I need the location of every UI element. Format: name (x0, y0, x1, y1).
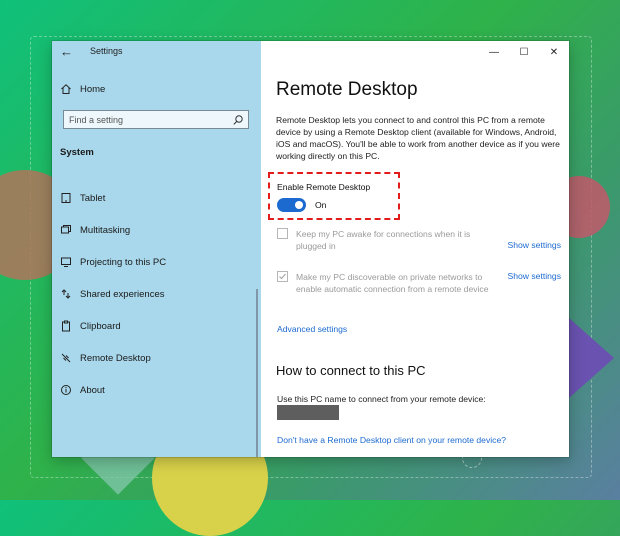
back-arrow-icon[interactable]: ← (60, 44, 73, 59)
sidebar-item-label: Projecting to this PC (80, 256, 167, 268)
sidebar-item-label: Home (80, 83, 106, 95)
keep-awake-label: Keep my PC awake for connections when it… (296, 229, 471, 251)
clipboard-icon (60, 320, 72, 332)
checkmark-icon (279, 273, 286, 280)
toggle-knob (295, 201, 303, 209)
advanced-settings-link[interactable]: Advanced settings (277, 324, 347, 334)
section-title: System (60, 147, 94, 158)
highlight-annotation (268, 172, 400, 220)
discoverable-row: Make my PC discoverable on private netwo… (277, 271, 565, 309)
enable-remote-desktop-label: Enable Remote Desktop (277, 182, 371, 192)
tablet-icon (60, 192, 72, 204)
toggle-state-label: On (315, 200, 327, 210)
search-icon[interactable] (232, 113, 244, 125)
sidebar: ← Settings Home System Tablet (52, 41, 261, 457)
minimize-button[interactable]: — (479, 41, 509, 63)
maximize-button[interactable]: ☐ (509, 41, 539, 63)
settings-window: ← Settings Home System Tablet (52, 41, 569, 457)
page-title: Remote Desktop (276, 79, 418, 100)
sidebar-item-tablet[interactable]: Tablet (60, 190, 250, 206)
sidebar-item-label: Clipboard (80, 320, 121, 332)
keep-awake-checkbox[interactable] (277, 228, 288, 239)
sidebar-item-label: Tablet (80, 192, 106, 204)
sidebar-item-label: Multitasking (80, 224, 131, 236)
sidebar-item-label: Shared experiences (80, 288, 165, 300)
projecting-icon (60, 256, 72, 268)
discoverable-label: Make my PC discoverable on private netwo… (296, 272, 489, 294)
sidebar-scrollbar[interactable] (256, 289, 258, 457)
pc-name-label: Use this PC name to connect from your re… (277, 394, 486, 404)
enable-remote-desktop-toggle[interactable] (277, 198, 306, 212)
titlebar-left: ← Settings (52, 41, 261, 63)
remote-desktop-icon (60, 352, 72, 364)
app-title: Settings (90, 46, 123, 56)
search-input[interactable] (64, 111, 229, 128)
sidebar-item-home[interactable]: Home (60, 81, 105, 97)
info-icon (60, 384, 72, 396)
sidebar-item-clipboard[interactable]: Clipboard (60, 318, 250, 334)
close-button[interactable]: ✕ (539, 41, 569, 63)
how-to-connect-heading: How to connect to this PC (276, 363, 426, 378)
search-box[interactable] (63, 110, 249, 129)
sidebar-item-label: About (80, 384, 105, 396)
sidebar-item-label: Remote Desktop (80, 352, 151, 364)
sidebar-item-shared-experiences[interactable]: Shared experiences (60, 286, 250, 302)
window-controls: — ☐ ✕ (479, 41, 569, 63)
sidebar-item-remote-desktop[interactable]: Remote Desktop (60, 350, 250, 366)
show-settings-link-1[interactable]: Show settings (507, 240, 561, 250)
main-content: — ☐ ✕ Remote Desktop Remote Desktop lets… (261, 41, 569, 457)
sidebar-item-about[interactable]: About (60, 382, 250, 398)
discoverable-checkbox[interactable] (277, 271, 288, 282)
show-settings-link-2[interactable]: Show settings (507, 271, 561, 281)
home-icon (60, 83, 72, 95)
sidebar-item-projecting[interactable]: Projecting to this PC (60, 254, 250, 270)
page-description: Remote Desktop lets you connect to and c… (276, 115, 560, 161)
sidebar-item-multitasking[interactable]: Multitasking (60, 222, 250, 238)
keep-awake-row: Keep my PC awake for connections when it… (277, 228, 565, 254)
pc-name-redacted (277, 405, 339, 420)
shared-experiences-icon (60, 288, 72, 300)
multitasking-icon (60, 224, 72, 236)
remote-client-link[interactable]: Don't have a Remote Desktop client on yo… (277, 435, 506, 445)
